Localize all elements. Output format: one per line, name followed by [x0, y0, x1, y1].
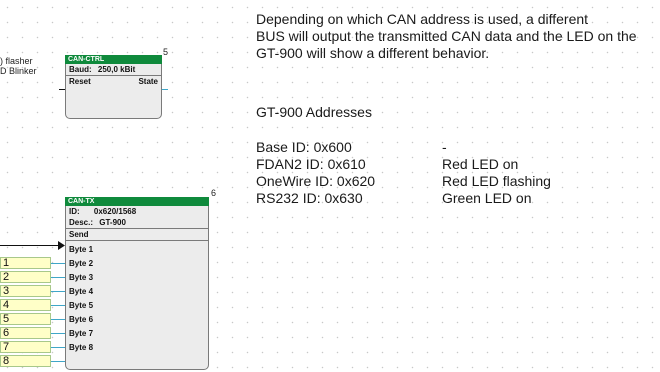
byte-port-5[interactable]: Byte 5 — [66, 299, 208, 313]
address-effect-fdan2: Red LED on — [442, 156, 519, 172]
tx-block-number: 6 — [211, 188, 217, 198]
can-tx-title: CAN-TX — [65, 197, 209, 206]
state-port[interactable]: State — [138, 76, 158, 87]
description-line-1: Depending on which CAN address is used, … — [256, 11, 589, 27]
byte-wire-4 — [51, 305, 65, 306]
id-value: 0x620/1568 — [93, 207, 137, 216]
address-id-fdan2: FDAN2 ID: 0x610 — [256, 156, 366, 172]
can-ctrl-block[interactable]: CAN-CTRL Baud: 250,0 kBit Reset State — [65, 55, 162, 119]
address-effect-onewire: Red LED flashing — [442, 173, 551, 189]
byte-port-7[interactable]: Byte 7 — [66, 327, 208, 341]
address-effect-base: - — [442, 139, 447, 155]
input-box-6[interactable]: 6 — [0, 327, 51, 339]
byte-port-8[interactable]: Byte 8 — [66, 341, 208, 355]
reset-wire — [59, 89, 65, 90]
id-label: ID: — [69, 207, 80, 216]
address-effect-rs232: Green LED on — [442, 190, 532, 206]
left-label-flasher: ) flasher — [0, 56, 33, 66]
desc-label: Desc.: — [69, 218, 94, 227]
address-id-onewire: OneWire ID: 0x620 — [256, 173, 376, 189]
send-wire — [0, 245, 60, 246]
desc-value: GT-900 — [99, 218, 126, 227]
desc-row: Desc.: GT-900 — [66, 217, 208, 229]
byte-port-3[interactable]: Byte 3 — [66, 271, 208, 285]
baud-value: 250,0 kBit — [97, 65, 136, 74]
byte-wire-8 — [51, 361, 65, 362]
description-comment: Depending on which CAN address is used, … — [256, 11, 637, 62]
reset-port[interactable]: Reset — [69, 76, 91, 87]
id-row: ID: 0x620/1568 — [66, 206, 208, 217]
input-box-1[interactable]: 1 — [0, 257, 51, 269]
input-box-2[interactable]: 2 — [0, 271, 51, 283]
byte-wire-6 — [51, 333, 65, 334]
byte-port-6[interactable]: Byte 6 — [66, 313, 208, 327]
addresses-heading: GT-900 Addresses — [256, 104, 372, 120]
reset-state-row: Reset State — [66, 76, 161, 87]
send-port[interactable]: Send — [66, 229, 208, 241]
byte-port-1[interactable]: Byte 1 — [66, 243, 208, 257]
byte-wire-2 — [51, 277, 65, 278]
state-wire — [162, 89, 168, 90]
description-line-2: BUS will output the transmitted CAN data… — [256, 28, 637, 44]
can-tx-block[interactable]: CAN-TX ID: 0x620/1568 Desc.: GT-900 Send… — [65, 197, 209, 370]
baud-label: Baud: — [69, 65, 92, 74]
input-box-4[interactable]: 4 — [0, 299, 51, 311]
byte-ports: Byte 1 Byte 2 Byte 3 Byte 4 Byte 5 Byte … — [66, 241, 208, 355]
byte-port-2[interactable]: Byte 2 — [66, 257, 208, 271]
input-box-5[interactable]: 5 — [0, 313, 51, 325]
address-id-base: Base ID: 0x600 — [256, 139, 352, 155]
can-ctrl-title: CAN-CTRL — [65, 55, 162, 64]
baud-row: Baud: 250,0 kBit — [66, 64, 161, 76]
input-box-8[interactable]: 8 — [0, 355, 51, 367]
byte-wire-3 — [51, 291, 65, 292]
byte-wire-7 — [51, 347, 65, 348]
left-label-blinker: D Blinker — [0, 66, 37, 76]
byte-wire-1 — [51, 263, 65, 264]
address-id-rs232: RS232 ID: 0x630 — [256, 190, 363, 206]
input-box-3[interactable]: 3 — [0, 285, 51, 297]
input-box-7[interactable]: 7 — [0, 341, 51, 353]
description-line-3: GT-900 will show a different behavior. — [256, 45, 490, 61]
send-arrow-icon — [58, 241, 65, 250]
ctrl-block-number: 5 — [163, 47, 169, 57]
byte-wire-5 — [51, 319, 65, 320]
byte-port-4[interactable]: Byte 4 — [66, 285, 208, 299]
